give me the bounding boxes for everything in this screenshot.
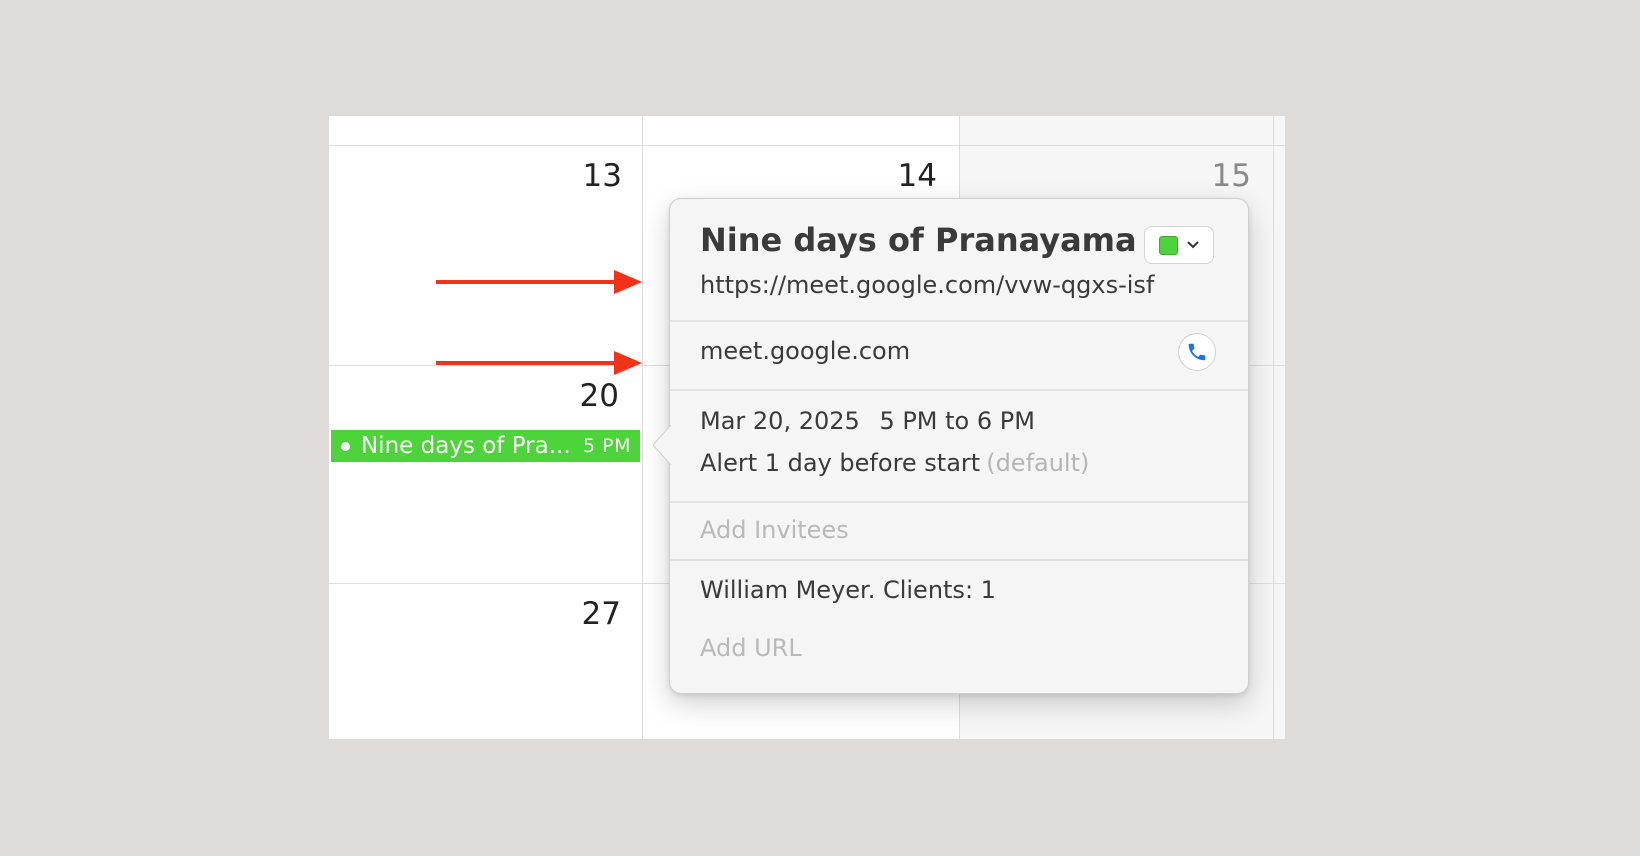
event-time: 5 PM (583, 435, 631, 457)
alert-default-label: (default) (986, 449, 1090, 477)
calendar-color-picker[interactable] (1144, 226, 1214, 264)
add-url-field[interactable]: Add URL (700, 634, 802, 662)
next-column-edge (1274, 116, 1285, 739)
color-swatch (1158, 235, 1178, 255)
notes-field[interactable]: William Meyer. Clients: 1 (700, 576, 996, 604)
chevron-down-icon (1186, 241, 1199, 249)
add-invitees-field[interactable]: Add Invitees (700, 516, 849, 544)
calendar-event[interactable]: Nine days of Pra... 5 PM (331, 430, 640, 462)
day-cell-20[interactable]: 20 (559, 378, 619, 414)
event-title-field[interactable]: Nine days of Pranayama (700, 221, 1137, 259)
location-field[interactable]: meet.google.com (700, 337, 910, 365)
event-title: Nine days of Pra... (361, 433, 571, 459)
day-cell-15[interactable]: 15 (1191, 158, 1251, 194)
meeting-link[interactable]: https://meet.google.com/vvw-qgxs-isf (700, 271, 1154, 299)
popover-pointer (653, 425, 671, 465)
section-divider (670, 501, 1248, 503)
section-divider (670, 320, 1248, 322)
event-detail-popover: Nine days of Pranayama https://meet.goog… (653, 198, 1249, 694)
column-divider (1273, 116, 1274, 739)
row-divider (329, 145, 1285, 146)
column-divider (642, 116, 643, 739)
annotation-arrow-right-icon (436, 270, 642, 294)
event-time-range: 5 PM to 6 PM (879, 407, 1035, 435)
event-date: Mar 20, 2025 (700, 407, 860, 435)
phone-icon (1188, 343, 1206, 361)
alert-text: Alert 1 day before start (700, 449, 981, 477)
day-cell-13[interactable]: 13 (562, 158, 622, 194)
call-button[interactable] (1178, 333, 1216, 371)
day-cell-14[interactable]: 14 (877, 158, 937, 194)
day-cell-27[interactable]: 27 (561, 596, 621, 632)
event-dot-icon (341, 441, 350, 451)
event-alert[interactable]: Alert 1 day before start (default) (700, 449, 1089, 477)
event-date-time[interactable]: Mar 20, 2025 5 PM to 6 PM (700, 407, 1035, 435)
section-divider (670, 559, 1248, 561)
section-divider (670, 389, 1248, 391)
annotation-arrow-right-icon (436, 351, 642, 375)
